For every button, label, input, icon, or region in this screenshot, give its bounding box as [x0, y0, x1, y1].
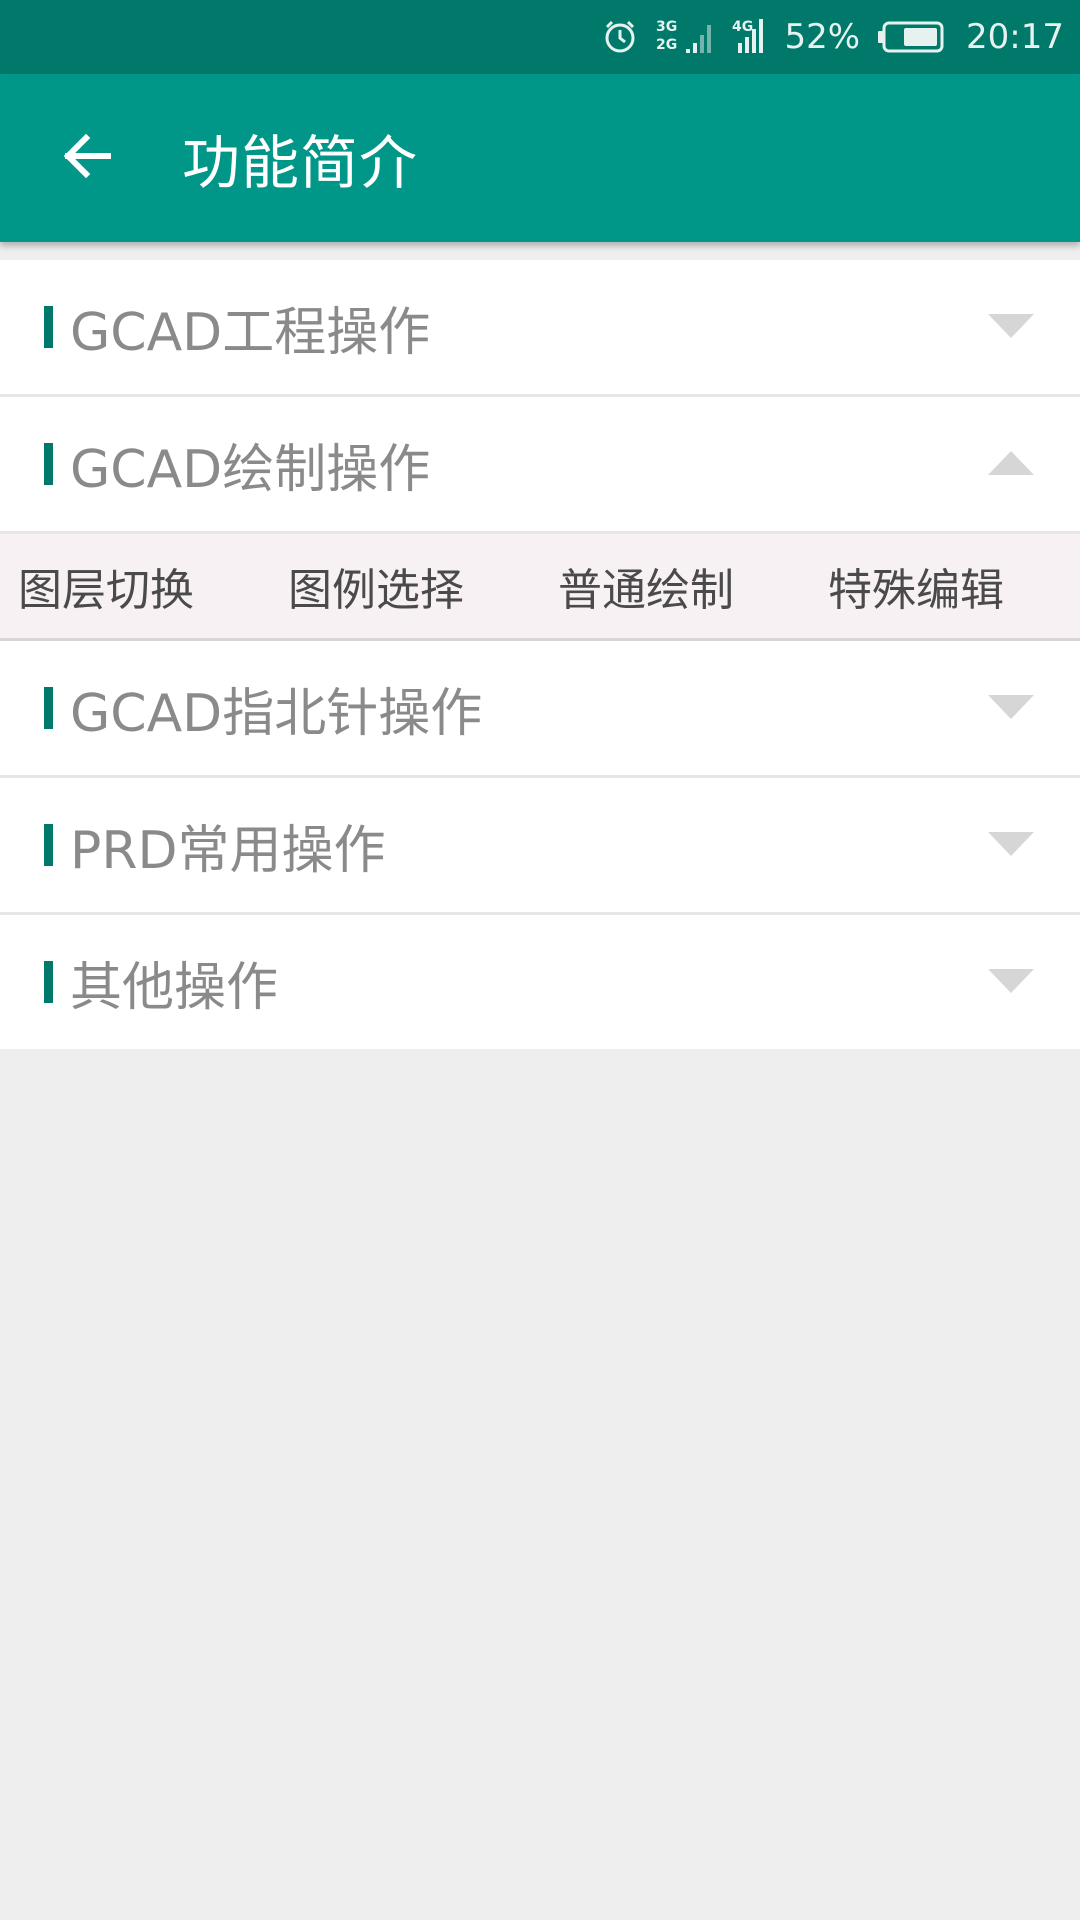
network-3g-label: 3G: [656, 19, 677, 35]
section-list: GCAD工程操作 GCAD绘制操作 图层切换 图例选择 普通绘制 特殊编辑 GC…: [0, 260, 1080, 1049]
section-label: PRD常用操作: [70, 820, 386, 881]
back-button[interactable]: [48, 120, 124, 196]
section-gcad-project[interactable]: GCAD工程操作: [0, 260, 1080, 397]
accent-bar: [44, 961, 53, 1003]
status-bar: 3G 2G 4G 52% 20:17: [0, 0, 1080, 74]
section-gcad-draw-subitems: 图层切换 图例选择 普通绘制 特殊编辑: [0, 531, 1080, 641]
battery-percent: 52%: [784, 17, 861, 57]
app-bar: 功能简介: [0, 74, 1080, 242]
network-2g-label: 2G: [656, 37, 677, 53]
clock: 20:17: [966, 17, 1064, 57]
accent-bar: [44, 306, 53, 348]
subitem-normal-draw[interactable]: 普通绘制: [540, 531, 810, 641]
accent-bar: [44, 824, 53, 866]
section-label: 其他操作: [70, 957, 279, 1018]
section-other[interactable]: 其他操作: [0, 915, 1080, 1049]
chevron-down-icon: [986, 828, 1036, 860]
battery-icon: [878, 20, 948, 54]
page-title: 功能简介: [182, 129, 419, 197]
subitem-layer-switch[interactable]: 图层切换: [0, 531, 270, 641]
section-label: GCAD指北针操作: [70, 683, 483, 744]
signal-4g-icon: 4G: [732, 17, 766, 57]
chevron-up-icon: [986, 447, 1036, 479]
chevron-down-icon: [986, 691, 1036, 723]
section-prd-common[interactable]: PRD常用操作: [0, 778, 1080, 915]
accent-bar: [44, 443, 53, 485]
accent-bar: [44, 687, 53, 729]
subitem-legend-select[interactable]: 图例选择: [270, 531, 540, 641]
subitem-special-edit[interactable]: 特殊编辑: [810, 531, 1080, 641]
chevron-down-icon: [986, 310, 1036, 342]
network-4g-label: 4G: [732, 19, 753, 35]
section-gcad-draw[interactable]: GCAD绘制操作: [0, 397, 1080, 534]
alarm-icon: [602, 19, 638, 55]
signal-3g-2g-icon: 3G 2G: [656, 17, 714, 57]
arrow-left-icon: [60, 130, 112, 186]
section-gcad-compass[interactable]: GCAD指北针操作: [0, 641, 1080, 778]
section-label: GCAD绘制操作: [70, 439, 431, 500]
chevron-down-icon: [986, 965, 1036, 997]
status-icons: 3G 2G 4G 52% 20:17: [602, 0, 1064, 74]
section-label: GCAD工程操作: [70, 302, 431, 363]
